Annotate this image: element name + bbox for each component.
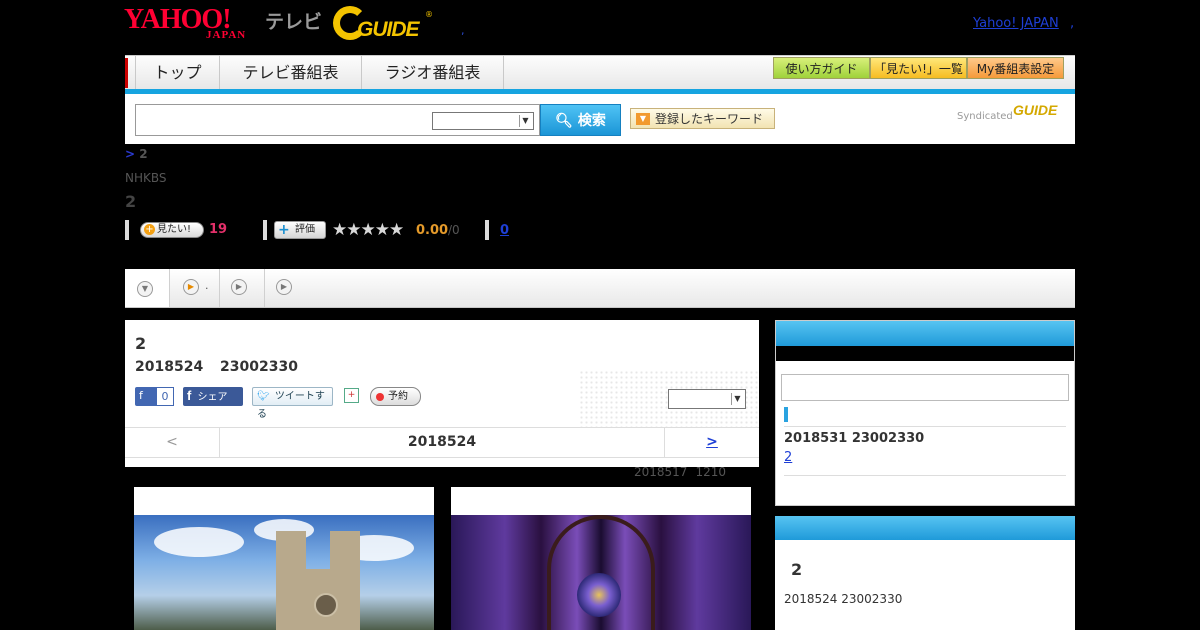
side-related: 2 2018524 23002330 [775,516,1075,630]
star-rating-icon: ★★★★★ [332,220,404,240]
previous-air-time: 1210 [695,465,726,479]
date-subtabs: ▼ ▶ . ▶ ▶ [125,269,1075,308]
yahoo-japan-logo[interactable]: YAHOO! JAPAN [124,6,245,42]
divider [263,220,267,240]
previous-air-date: 2018517 [634,465,688,479]
breadcrumb: > 2 [125,147,148,161]
triangle-down-icon: ▼ [636,113,650,125]
page-title: 2 [125,192,137,211]
tv-logo-text: テレビ [265,11,323,33]
registered-keywords-label: 登録したキーワード [655,112,764,126]
nav-tab-radio-listings[interactable]: ラジオ番組表 [362,56,504,90]
gguide-logo-text: GUIDE [357,18,420,41]
play-icon: ▶ [276,279,292,295]
search-genre-select[interactable]: ▼ [432,112,534,130]
rating-total: /0 [448,223,460,237]
subtab-3[interactable]: ▶ [220,269,265,307]
program-detail: 2 2018524 23002330 f 0 f シェア 🐦︎ ツイートする +… [125,320,759,467]
search-icon: 🔍︎ [555,113,573,129]
play-icon: ▶ [231,279,247,295]
divider [784,475,1066,476]
header-dot: , [461,24,465,37]
plus-icon: + [144,224,155,235]
divider [784,426,1066,427]
reserve-button[interactable]: 予約 [370,387,421,406]
side-header [775,516,1075,540]
nav-tab-top[interactable]: トップ [135,56,220,90]
pager-next[interactable]: > [664,428,759,457]
syndicated-text: Syndicated [957,111,1013,122]
want-to-watch-count: 19 [209,222,228,237]
side-next-date: 2018531 23002330 [784,431,925,446]
detail-date: 2018524 [135,359,204,375]
breadcrumb-current: 2 [139,147,148,161]
program-photo-sainte-chapelle[interactable] [451,487,751,630]
twitter-bird-icon: 🐦︎ [257,391,270,402]
recorder-select[interactable]: ▼ [668,389,746,409]
pager-prev[interactable]: < [125,428,220,457]
gguide-logo[interactable]: GUIDE ® [333,6,433,42]
search-button-label: 検索 [577,113,606,129]
facebook-icon: f [139,389,143,402]
calendar-add-icon[interactable]: + [344,388,359,403]
facebook-share-button[interactable]: f シェア [183,387,243,406]
my-schedule-button[interactable]: My番組表設定 [967,57,1064,79]
like-count: 0 [156,387,174,406]
watchlist-button[interactable]: 「見たい!」一覧 [870,57,967,79]
program-actions: + 見たい! 19 + 評価 ★★★★★ 0.00 /0 0 [125,220,625,242]
side-subheader [776,346,1074,361]
plus-icon: + [278,222,290,238]
usage-guide-button[interactable]: 使い方ガイド [773,57,870,79]
header-trailing-dot: , [1070,16,1075,31]
divider [485,220,489,240]
subtab-4[interactable]: ▶ [265,269,310,307]
subtab-date: . [205,279,209,292]
side-header [776,321,1074,346]
nav-stub [125,58,128,88]
subtab-current[interactable]: ▼ [125,269,170,307]
comment-count-link[interactable]: 0 [500,223,509,238]
side-next-link[interactable]: 2 [784,450,792,465]
japan-logo-text: JAPAN [206,29,247,41]
tweet-button[interactable]: 🐦︎ ツイートする [252,387,333,420]
want-to-watch-button[interactable]: + 見たい! [140,222,204,238]
facebook-like-button[interactable]: f 0 [135,387,174,406]
detail-time: 23002330 [220,359,298,375]
chevron-down-icon: ▼ [519,115,531,127]
yahoo-japan-link[interactable]: Yahoo! JAPAN [973,16,1059,31]
sainte-chapelle-image [451,515,751,630]
facebook-icon: f [187,388,192,403]
channel-name: NHKBS [125,171,167,185]
registered-keywords-button[interactable]: ▼ 登録したキーワード [630,108,775,129]
detail-title: 2 [135,334,147,353]
down-arrow-icon: ▼ [137,281,153,297]
subtab-2[interactable]: ▶ . [170,269,220,307]
search-button[interactable]: 🔍︎ 検索 [540,104,621,136]
search-area: ▼ 🔍︎ 検索 ▼ 登録したキーワード Syndicated GUIDE [125,94,1075,144]
divider [125,220,129,240]
record-dot-icon [376,393,384,401]
share-label: シェア [197,392,228,403]
rating-score: 0.00 [416,223,449,238]
side-next-broadcast: 2018531 23002330 2 [775,320,1075,506]
program-photo-notre-dame[interactable] [134,487,434,630]
syndicated-gguide-logo: GUIDE [1013,102,1058,118]
side-related-title: 2 [791,560,803,579]
registered-mark: ® [425,10,433,19]
side-related-date: 2018524 23002330 [784,592,903,606]
want-to-watch-label: 見たい! [157,224,192,235]
reserve-label: 予約 [388,391,408,402]
rate-label: 評価 [295,224,315,235]
rate-button[interactable]: + 評価 [274,221,326,239]
chevron-down-icon: ▼ [731,393,743,405]
side-input[interactable] [781,374,1069,401]
date-pager: < 2018524 > [125,427,759,458]
previous-air-info: 2018517 1210 [634,465,734,479]
pager-date: 2018524 [407,434,477,450]
play-icon: ▶ [183,279,199,295]
notre-dame-image [134,515,434,630]
nav-tab-tv-listings[interactable]: テレビ番組表 [220,56,362,90]
breadcrumb-separator[interactable]: > [125,147,135,161]
side-mark [784,407,788,422]
